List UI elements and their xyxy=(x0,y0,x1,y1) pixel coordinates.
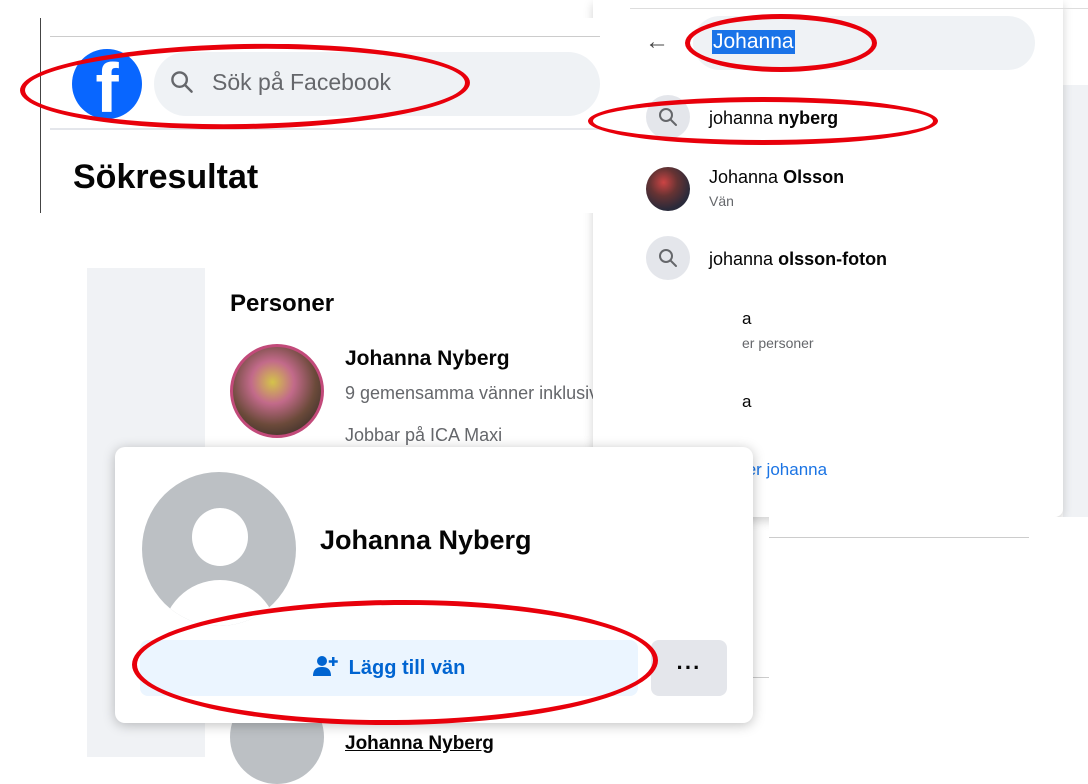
page-area xyxy=(769,517,1088,567)
person-name[interactable]: Johanna Nyberg xyxy=(345,347,510,371)
search-icon xyxy=(646,236,690,280)
back-arrow-icon[interactable]: ← xyxy=(645,28,669,56)
clipped-suggestion-text[interactable]: a xyxy=(742,309,751,329)
clipped-suggestion-text[interactable]: a xyxy=(742,392,751,412)
annotation-ellipse-suggestion xyxy=(588,97,938,145)
see-all-results-link[interactable]: ter johanna xyxy=(742,460,827,480)
search-suggestion[interactable]: johanna olsson-foton xyxy=(709,249,887,270)
search-suggestion[interactable]: Johanna Olsson xyxy=(709,167,844,188)
person-avatar[interactable] xyxy=(230,344,324,438)
person-name-link[interactable]: Johanna Nyberg xyxy=(345,733,494,755)
divider xyxy=(630,8,1088,9)
more-options-button[interactable]: ··· xyxy=(651,640,727,696)
more-options-icon: ··· xyxy=(676,655,702,680)
clipped-suggestion-subtitle: er personer xyxy=(742,335,814,351)
people-section-title: Personer xyxy=(230,290,335,317)
divider xyxy=(50,36,600,37)
suggestion-avatar xyxy=(646,167,690,211)
page-background-strip xyxy=(1063,85,1088,565)
divider xyxy=(769,537,1029,538)
page-title: Sökresultat xyxy=(73,158,259,196)
annotation-ellipse-query xyxy=(685,14,877,72)
person-work-text: Jobbar på ICA Maxi xyxy=(345,425,503,445)
profile-name[interactable]: Johanna Nyberg xyxy=(320,525,532,556)
suggestion-subtitle: Vän xyxy=(709,193,734,209)
window-edge xyxy=(40,18,44,213)
divider xyxy=(50,128,600,130)
avatar-head-shape xyxy=(192,508,248,566)
profile-avatar-placeholder[interactable] xyxy=(142,472,296,626)
